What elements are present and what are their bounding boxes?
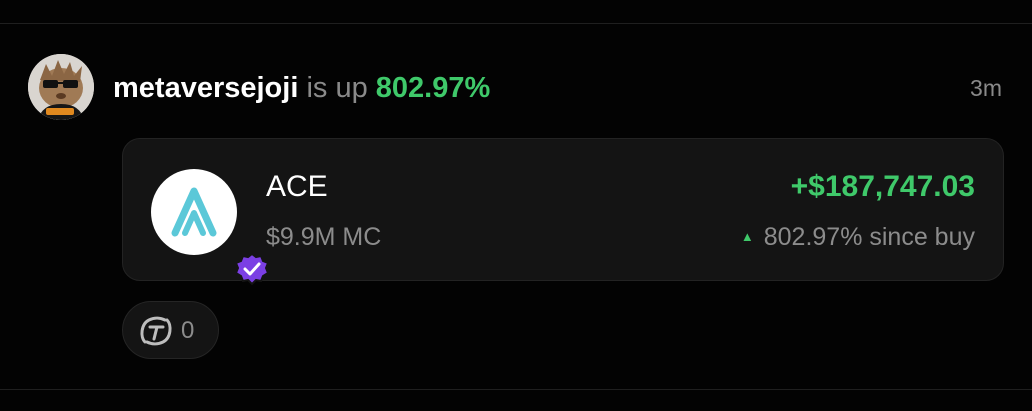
- reaction-icon: [140, 316, 172, 346]
- username-link[interactable]: metaversejoji: [113, 72, 298, 104]
- avatar-image: [28, 54, 94, 120]
- post-headline: metaversejoji is up 802.97%: [113, 70, 490, 106]
- token-symbol: ACE: [266, 170, 328, 203]
- token-market-cap: $9.9M MC: [266, 223, 382, 251]
- since-buy-change: ▲ 802.97% since buy: [741, 221, 975, 253]
- up-arrow-icon: ▲: [740, 229, 754, 244]
- ace-logo-icon: [151, 169, 269, 286]
- post-timestamp: 3m: [970, 75, 1002, 101]
- user-avatar[interactable]: [28, 54, 94, 120]
- reaction-button[interactable]: 0: [122, 301, 219, 359]
- token-card[interactable]: ACE $9.9M MC +$187,747.03 ▲ 802.97% since…: [122, 138, 1004, 286]
- verified-badge-icon: [235, 253, 269, 286]
- gain-value: +$187,747.03: [790, 170, 975, 203]
- top-divider: [0, 23, 1032, 24]
- since-buy-label: 802.97% since buy: [763, 223, 975, 251]
- bottom-divider: [0, 389, 1032, 390]
- reaction-count: 0: [181, 317, 195, 344]
- headline-verb: is up: [306, 72, 368, 104]
- headline-percent: 802.97%: [375, 72, 491, 104]
